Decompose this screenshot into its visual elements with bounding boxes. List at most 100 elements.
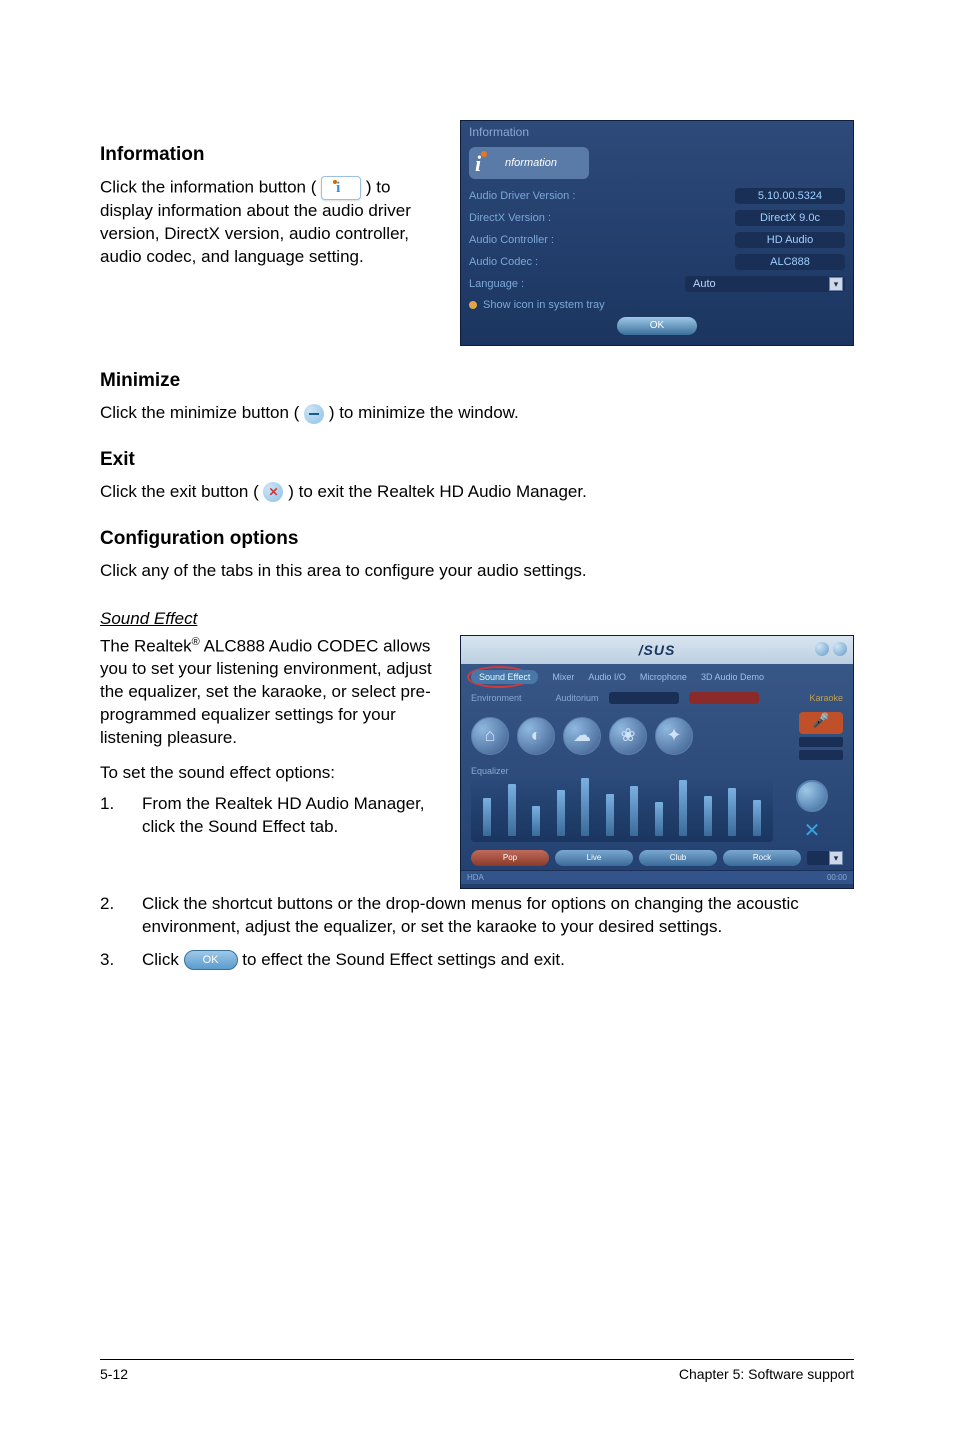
eq-bar[interactable] <box>532 806 540 836</box>
minimize-paragraph: Click the minimize button ( ) to minimiz… <box>100 402 854 425</box>
step-2-text: Click the shortcut buttons or the drop-d… <box>142 893 854 939</box>
preset-dropdown[interactable]: ▾ <box>807 851 843 865</box>
directx-value: DirectX 9.0c <box>735 210 845 226</box>
dropdown-icon[interactable]: ▾ <box>829 851 843 865</box>
information-panel: Information i nformation Audio Driver Ve… <box>460 120 854 346</box>
eq-bar[interactable] <box>483 798 491 836</box>
preset-circle-2[interactable]: ◐ <box>517 717 555 755</box>
environment-presets: ⌂ ◐ ☁ ❀ ✦ 🎤 <box>461 706 853 766</box>
step-3-num: 3. <box>100 949 142 972</box>
se-body-pre: The Realtek <box>100 636 192 655</box>
preset-pop[interactable]: Pop <box>471 850 549 866</box>
equalizer-reset-icon[interactable]: ✕ <box>800 818 824 842</box>
auditorium-label: Auditorium <box>556 693 599 703</box>
eq-bar[interactable] <box>753 800 761 836</box>
step-3: 3. Click OK to effect the Sound Effect s… <box>100 949 854 972</box>
info-text-pre: Click the information button ( <box>100 177 321 196</box>
exit-heading: Exit <box>100 449 854 471</box>
language-value: Auto <box>693 278 716 290</box>
step-2-num: 2. <box>100 893 142 939</box>
karaoke-label: Karaoke <box>809 693 843 703</box>
eq-bar[interactable] <box>508 784 516 836</box>
eq-bar[interactable] <box>655 802 663 836</box>
bottom-right-label: 00:00 <box>827 871 847 884</box>
footer-chapter: Chapter 5: Software support <box>679 1366 854 1382</box>
footer-page-number: 5-12 <box>100 1366 128 1382</box>
minimize-icon <box>304 404 324 424</box>
karaoke-bar-1[interactable] <box>799 737 843 747</box>
tab-3d-audio[interactable]: 3D Audio Demo <box>701 672 764 682</box>
preset-club[interactable]: Club <box>639 850 717 866</box>
step-3-pre: Click <box>142 950 184 969</box>
minimize-text-post: ) to minimize the window. <box>329 403 519 422</box>
exit-icon <box>263 482 283 502</box>
karaoke-bar-2[interactable] <box>799 750 843 760</box>
info-row-language: Language : Auto ▾ <box>469 273 845 295</box>
config-paragraph: Click any of the tabs in this area to co… <box>100 560 854 583</box>
info-row-driver: Audio Driver Version : 5.10.00.5324 <box>469 185 845 207</box>
tab-audio-io[interactable]: Audio I/O <box>588 672 626 682</box>
panel-minimize-icon[interactable] <box>815 642 829 656</box>
codec-value: ALC888 <box>735 254 845 270</box>
information-heading: Information <box>100 144 440 166</box>
preset-rock[interactable]: Rock <box>723 850 801 866</box>
eq-bar[interactable] <box>679 780 687 836</box>
step-1-num: 1. <box>100 793 142 839</box>
equalizer-label: Equalizer <box>461 766 853 776</box>
sound-effect-panel: /SUS Sound Effect Mixer Audio I/O Microp… <box>460 635 854 889</box>
info-card-icon: i <box>475 151 499 175</box>
preset-pills-row: Pop Live Club Rock ▾ <box>461 850 853 870</box>
tab-sound-effect[interactable]: Sound Effect <box>471 670 538 684</box>
codec-label: Audio Codec : <box>469 256 538 268</box>
equalizer-area: ✕ <box>461 776 853 850</box>
registered-mark: ® <box>192 636 200 648</box>
eq-bar[interactable] <box>704 796 712 836</box>
asus-logo: /SUS <box>639 642 676 658</box>
exit-paragraph: Click the exit button ( ) to exit the Re… <box>100 481 854 504</box>
info-row-codec: Audio Codec : ALC888 <box>469 251 845 273</box>
mic-icon[interactable]: 🎤 <box>799 712 843 734</box>
config-heading: Configuration options <box>100 528 854 550</box>
eq-bar[interactable] <box>557 790 565 836</box>
info-row-directx: DirectX Version : DirectX 9.0c <box>469 207 845 229</box>
preset-circle-4[interactable]: ❀ <box>609 717 647 755</box>
info-ok-button[interactable]: OK <box>617 317 697 335</box>
preset-circle-3[interactable]: ☁ <box>563 717 601 755</box>
show-icon-checkbox[interactable]: Show icon in system tray <box>461 295 853 317</box>
driver-label: Audio Driver Version : <box>469 190 575 202</box>
info-panel-title: Information <box>461 121 853 143</box>
se-tabs-row: Sound Effect Mixer Audio I/O Microphone … <box>461 664 853 688</box>
preset-circle-5[interactable]: ✦ <box>655 717 693 755</box>
tab-microphone[interactable]: Microphone <box>640 672 687 682</box>
karaoke-box: 🎤 <box>799 712 843 760</box>
information-paragraph: Click the information button ( ) to disp… <box>100 176 440 269</box>
dropdown-icon[interactable]: ▾ <box>829 277 843 291</box>
eq-bar[interactable] <box>581 778 589 836</box>
eq-bar[interactable] <box>728 788 736 836</box>
controller-label: Audio Controller : <box>469 234 554 246</box>
equalizer-bars[interactable] <box>471 780 773 842</box>
eq-bar[interactable] <box>630 786 638 836</box>
tab-mixer[interactable]: Mixer <box>552 672 574 682</box>
se-panel-header: /SUS <box>461 636 853 664</box>
env-dropdown[interactable] <box>609 692 679 704</box>
exit-text-pre: Click the exit button ( <box>100 482 259 501</box>
eq-bar[interactable] <box>606 794 614 836</box>
se-to-set: To set the sound effect options: <box>100 762 440 785</box>
info-row-controller: Audio Controller : HD Audio <box>469 229 845 251</box>
step-1-text: From the Realtek HD Audio Manager, click… <box>142 793 440 839</box>
information-icon <box>321 176 361 200</box>
panel-close-icon[interactable] <box>833 642 847 656</box>
equalizer-dial[interactable] <box>796 780 828 812</box>
step-2: 2. Click the shortcut buttons or the dro… <box>100 893 854 939</box>
language-dropdown[interactable]: Auto ▾ <box>685 276 845 292</box>
minimize-text-pre: Click the minimize button ( <box>100 403 299 422</box>
directx-label: DirectX Version : <box>469 212 551 224</box>
controller-value: HD Audio <box>735 232 845 248</box>
preset-live[interactable]: Live <box>555 850 633 866</box>
preset-circle-1[interactable]: ⌂ <box>471 717 509 755</box>
ok-button-inline: OK <box>184 950 238 970</box>
env-dropdown-red[interactable] <box>689 692 759 704</box>
sound-effect-subheading: Sound Effect <box>100 609 197 629</box>
bottom-left-label: HDA <box>467 871 484 884</box>
